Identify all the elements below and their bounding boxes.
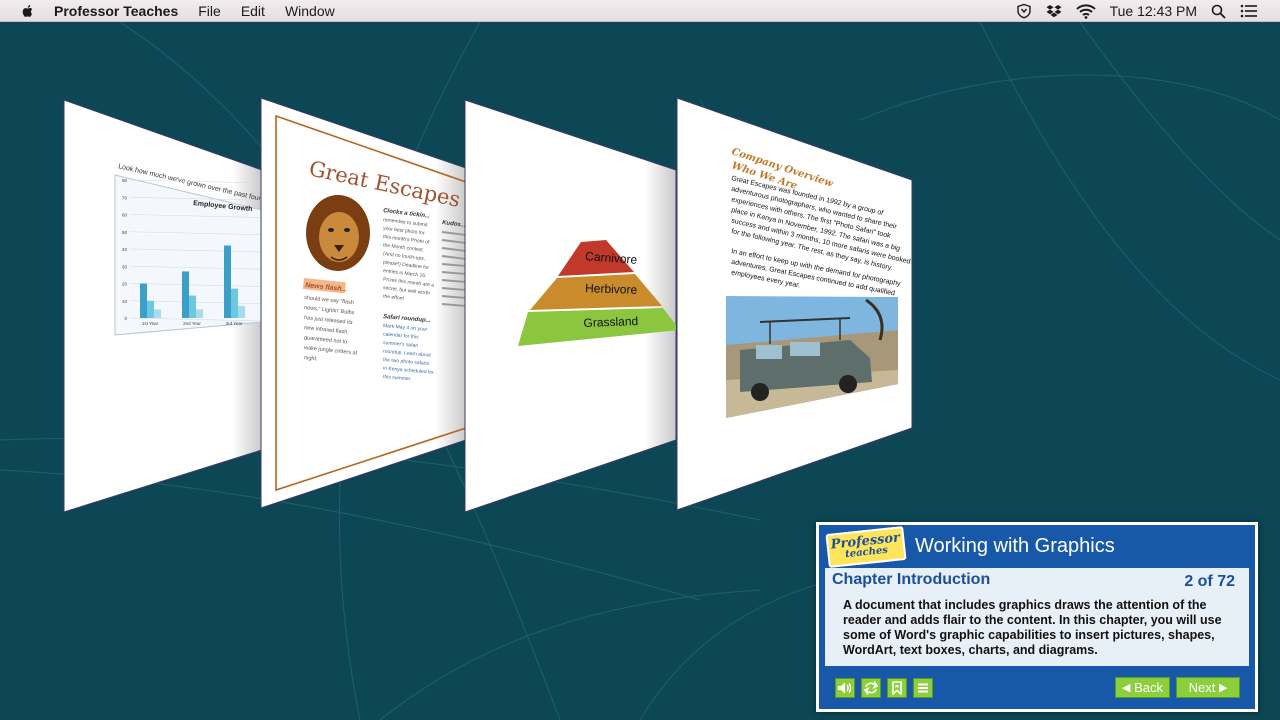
- chart-bar: [147, 300, 154, 318]
- chart-y-tick: 70: [122, 195, 128, 200]
- chart-y-tick: 20: [122, 282, 128, 287]
- chart-bar: [231, 288, 238, 318]
- chart-y-tick: 30: [122, 264, 128, 269]
- bookmark-icon: [892, 681, 902, 695]
- chart-y-tick: 80: [122, 178, 128, 183]
- lesson-panel-inner: Professor teaches Working with Graphics …: [819, 525, 1255, 709]
- next-button[interactable]: Next ▶: [1176, 677, 1240, 698]
- chart-x-tick: 2nd Year: [183, 321, 201, 326]
- chart-y-tick: 50: [122, 230, 128, 235]
- chapter-title: Chapter Introduction: [832, 571, 991, 588]
- professor-teaches-logo: Professor teaches: [825, 525, 907, 568]
- chart-y-tick: 60: [122, 213, 128, 218]
- pyramid-level-grassland: Grassland: [583, 314, 638, 330]
- page-counter: 2 of 72: [1184, 573, 1235, 590]
- page-chart[interactable]: Look how much we've grown over the past …: [63, 99, 287, 513]
- lion-image: [306, 195, 370, 271]
- page-pyramid[interactable]: Carnivore Herbivore Grassland: [464, 99, 680, 513]
- chart-x-tick: 3rd Year: [226, 321, 243, 326]
- page-company-overview[interactable]: Company Overview Who We Are Great Escape…: [676, 97, 913, 511]
- back-arrow-icon: ◀: [1122, 682, 1131, 694]
- lesson-title: Working with Graphics: [915, 535, 1115, 557]
- menu-icon: [918, 683, 928, 693]
- next-label: Next: [1188, 680, 1216, 695]
- menu-button[interactable]: [913, 678, 933, 698]
- chart-bar: [154, 309, 161, 318]
- lesson-description: A document that includes graphics draws …: [843, 598, 1222, 657]
- back-label: Back: [1134, 680, 1163, 695]
- chart-y-tick: 40: [122, 247, 128, 252]
- audio-button[interactable]: [835, 678, 855, 698]
- chart-y-tick: 10: [122, 299, 128, 304]
- lesson-panel-header: Professor teaches Working with Graphics: [819, 525, 1255, 568]
- chart-bar: [140, 283, 147, 318]
- bookmark-button[interactable]: [887, 678, 907, 698]
- chart-bar: [224, 245, 231, 318]
- replay-button[interactable]: [861, 678, 881, 698]
- pyramid-level-herbivore: Herbivore: [585, 281, 638, 297]
- chart-bar: [189, 295, 196, 318]
- chart-bar: [196, 309, 203, 318]
- replay-icon: [864, 681, 878, 695]
- lesson-body: Chapter Introduction 2 of 72 A document …: [825, 568, 1249, 666]
- lesson-panel: Professor teaches Working with Graphics …: [816, 522, 1258, 712]
- audio-icon: [838, 682, 852, 694]
- chart-bar: [238, 305, 245, 318]
- chart-x-tick: 1st Year: [142, 321, 159, 326]
- back-button[interactable]: ◀ Back: [1115, 677, 1170, 698]
- lesson-controls: ◀ Back Next ▶: [819, 666, 1255, 706]
- next-arrow-icon: ▶: [1218, 682, 1228, 694]
- chart-bar: [182, 271, 189, 318]
